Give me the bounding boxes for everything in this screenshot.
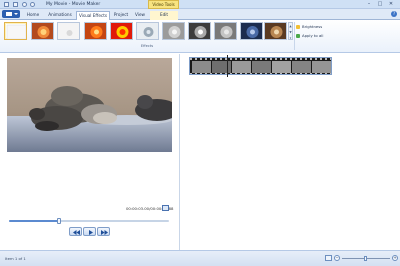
undo-icon[interactable] [22, 2, 27, 7]
clip-frame [232, 61, 251, 73]
help-icon[interactable]: ? [391, 11, 397, 17]
ribbon-tab-row: Home Animations Visual Effects Project V… [0, 9, 400, 20]
clip-frame [252, 61, 271, 73]
dropdown-icon[interactable] [38, 2, 42, 7]
app-menu-button[interactable] [2, 10, 20, 18]
preview-pane: 00:00:03.00/00:00:06.88 [0, 54, 180, 250]
brightness-label: Brightness [302, 24, 323, 29]
gallery-expand-icon[interactable]: ▾ [289, 35, 292, 41]
app-icon[interactable] [4, 2, 9, 7]
next-frame-button[interactable] [97, 227, 110, 236]
status-bar: Item 1 of 1 − + [0, 250, 400, 266]
tab-animations[interactable]: Animations [45, 11, 75, 20]
effects-group-label: Effects [140, 44, 154, 48]
effect-warm-tint[interactable] [31, 22, 54, 40]
play-button[interactable] [83, 227, 96, 236]
minimize-button[interactable]: – [365, 1, 373, 7]
effect-none[interactable] [4, 22, 27, 40]
seek-thumb[interactable] [56, 218, 61, 224]
effect-cyan-tone[interactable] [136, 22, 159, 40]
playhead-marker[interactable] [227, 55, 228, 77]
video-clip[interactable] [189, 57, 332, 75]
clip-frame [212, 61, 231, 73]
next-frame-icon [101, 230, 108, 235]
apply-all-label: Apply to all [302, 33, 324, 38]
clip-frame [272, 61, 291, 73]
previous-frame-icon [73, 230, 80, 235]
previous-frame-button[interactable] [69, 227, 82, 236]
seek-progress [9, 220, 59, 222]
effect-orange-glow[interactable] [84, 22, 107, 40]
effect-grayscale[interactable] [162, 22, 185, 40]
close-button[interactable]: ✕ [387, 1, 395, 7]
save-icon[interactable] [13, 2, 18, 7]
seek-bar[interactable] [9, 218, 169, 224]
apply-all-icon [296, 34, 300, 38]
tab-home[interactable]: Home [22, 11, 44, 20]
transport-controls [69, 227, 111, 236]
ribbon-visual-effects: ▲ ▼ ▾ Effects Brightness Apply to all [0, 20, 400, 53]
apply-to-all-button[interactable]: Apply to all [296, 32, 323, 39]
clip-frame [292, 61, 311, 73]
tab-project[interactable]: Project [111, 11, 131, 20]
film-sprocket-bottom [190, 73, 331, 74]
clip-frame [312, 61, 331, 73]
clip-frame [192, 61, 211, 73]
tab-visual-effects[interactable]: Visual Effects [76, 11, 110, 20]
maximize-button[interactable]: □ [376, 1, 384, 7]
tab-view[interactable]: View [132, 11, 148, 20]
title-bar: My Movie - Movie Maker Video Tools – □ ✕ [0, 0, 400, 9]
brightness-button[interactable]: Brightness [296, 23, 322, 30]
play-icon [89, 230, 93, 235]
gallery-scroll[interactable]: ▲ ▼ ▾ [288, 22, 293, 40]
tab-edit[interactable]: Edit [150, 11, 178, 20]
brightness-icon [296, 25, 300, 29]
film-sprocket-top [190, 58, 331, 60]
context-tab-group-label: Video Tools [148, 0, 179, 9]
zoom-in-icon[interactable]: + [392, 255, 398, 261]
zoom-thumb[interactable] [363, 256, 367, 261]
fullscreen-icon[interactable] [162, 205, 169, 211]
group-separator [294, 22, 295, 50]
effect-sepia[interactable] [264, 22, 287, 40]
effect-black-white-low[interactable] [214, 22, 237, 40]
chevron-down-icon [14, 13, 18, 15]
app-menu-icon [6, 12, 12, 16]
window-title: My Movie - Movie Maker [46, 2, 101, 7]
thumbnail-size-icon[interactable] [325, 255, 332, 261]
zoom-slider[interactable] [342, 256, 390, 261]
video-preview[interactable] [7, 58, 172, 152]
effect-blue-tone[interactable] [240, 22, 263, 40]
status-item-count: Item 1 of 1 [5, 256, 26, 261]
storyboard-pane [181, 54, 400, 250]
effect-threshold[interactable] [110, 22, 133, 40]
redo-icon[interactable] [30, 2, 35, 7]
effect-blur[interactable] [57, 22, 80, 40]
effect-black-white-high[interactable] [188, 22, 211, 40]
zoom-out-icon[interactable]: − [334, 255, 340, 261]
